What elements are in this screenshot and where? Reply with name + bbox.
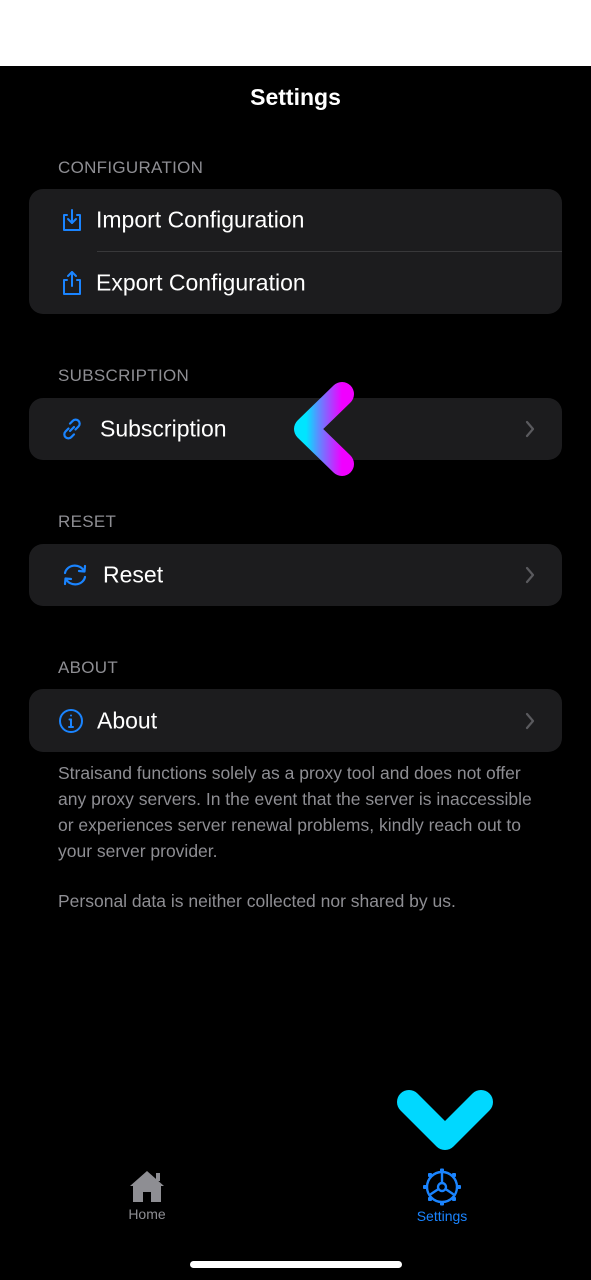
reset-group: Reset bbox=[29, 544, 562, 606]
chevron-right-icon bbox=[524, 712, 536, 730]
disclaimer-text: Straisand functions solely as a proxy to… bbox=[58, 763, 532, 861]
section-header-about: ABOUT bbox=[58, 658, 119, 677]
chevron-right-icon bbox=[524, 420, 536, 438]
link-icon bbox=[59, 416, 85, 442]
section-header-reset: RESET bbox=[58, 512, 117, 531]
import-configuration-row[interactable]: Import Configuration bbox=[29, 189, 562, 251]
export-icon bbox=[59, 270, 85, 296]
section-header-subscription: SUBSCRIPTION bbox=[58, 366, 190, 385]
status-bar-area bbox=[0, 0, 591, 66]
refresh-icon bbox=[60, 562, 90, 588]
import-configuration-label: Import Configuration bbox=[96, 206, 305, 233]
about-label: About bbox=[97, 707, 158, 733]
pointer-arrow-left-icon bbox=[294, 382, 462, 476]
chevron-right-icon bbox=[524, 566, 536, 584]
tab-settings[interactable]: Settings bbox=[382, 1168, 502, 1224]
reset-label: Reset bbox=[103, 561, 164, 588]
section-header-configuration: CONFIGURATION bbox=[58, 158, 204, 177]
page-title: Settings bbox=[250, 84, 341, 110]
export-configuration-label: Export Configuration bbox=[96, 269, 306, 295]
tab-home[interactable]: Home bbox=[87, 1168, 207, 1222]
info-icon bbox=[58, 708, 84, 734]
privacy-text: Personal data is neither collected nor s… bbox=[58, 891, 456, 911]
export-configuration-row[interactable]: Export Configuration bbox=[29, 251, 562, 314]
reset-row[interactable]: Reset bbox=[29, 544, 562, 606]
about-group: About bbox=[29, 689, 562, 752]
subscription-label: Subscription bbox=[100, 415, 227, 442]
gear-icon bbox=[423, 1168, 461, 1206]
pointer-arrow-down-icon bbox=[397, 986, 493, 1150]
import-icon bbox=[59, 207, 85, 233]
home-indicator bbox=[190, 1261, 402, 1268]
house-icon bbox=[130, 1171, 164, 1202]
tab-settings-label: Settings bbox=[416, 1208, 468, 1224]
tab-home-label: Home bbox=[128, 1206, 166, 1222]
configuration-group: Import Configuration Export Configuratio… bbox=[29, 189, 562, 314]
about-row[interactable]: About bbox=[29, 689, 562, 752]
